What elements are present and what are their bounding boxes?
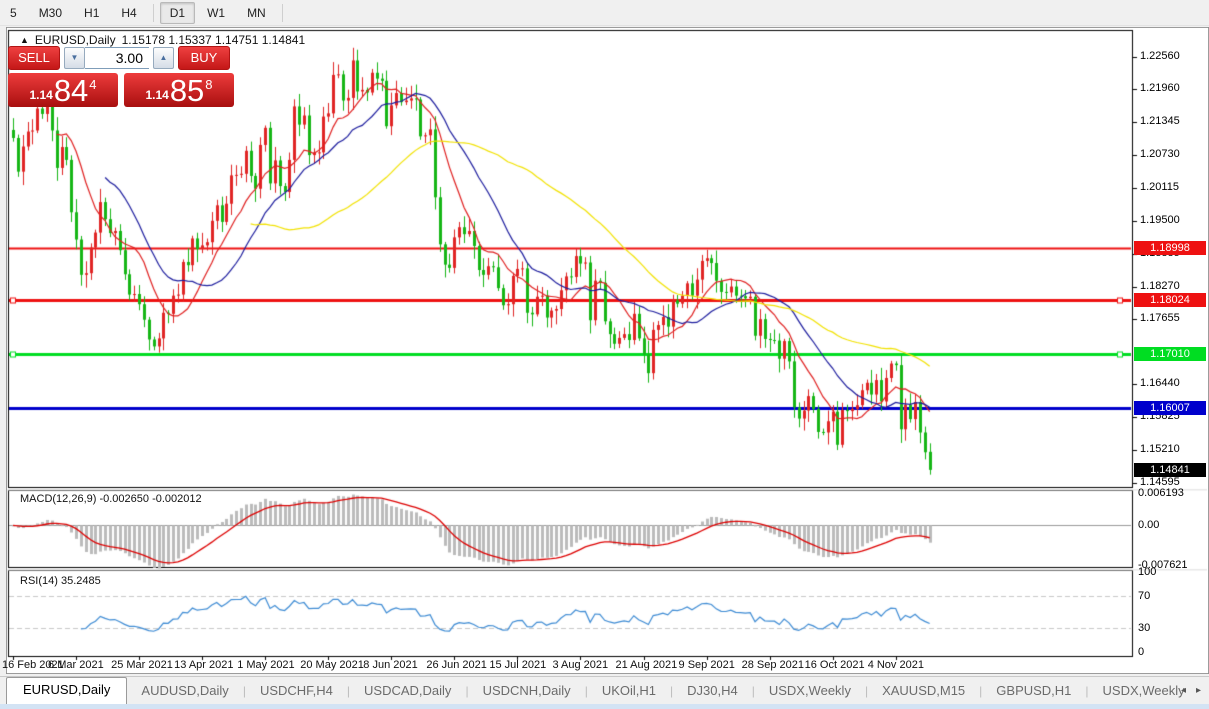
symbol-tab-bar: EURUSD,DailyAUDUSD,Daily|USDCHF,H4|USDCA… bbox=[0, 676, 1209, 704]
date-axis-label: 13 Apr 2021 bbox=[174, 659, 233, 671]
volume-decrease-button[interactable]: ▼ bbox=[64, 47, 85, 69]
sell-button[interactable]: SELL bbox=[8, 46, 60, 70]
date-axis-label: 20 May 2021 bbox=[300, 659, 364, 671]
date-axis-label: 1 May 2021 bbox=[237, 659, 294, 671]
buy-price-big-digits: 85 bbox=[170, 77, 204, 105]
date-axis-label: 8 Jun 2021 bbox=[363, 659, 417, 671]
symbol-tab-3[interactable]: USDCAD,Daily bbox=[350, 679, 465, 704]
symbol-tab-0[interactable]: EURUSD,Daily bbox=[6, 677, 127, 704]
date-axis-label: 16 Oct 2021 bbox=[805, 659, 865, 671]
price-level-badge: 1.18024 bbox=[1134, 293, 1206, 307]
scroll-tabs-right-icon[interactable]: ▸ bbox=[1196, 685, 1201, 696]
one-click-trade-panel: SELL ▼ ▲ BUY 1.14 84 4 1.14 85 8 bbox=[8, 46, 234, 107]
toolbar-separator bbox=[282, 4, 283, 22]
price-axis-tick-label: 1.17655 bbox=[1140, 312, 1180, 324]
timeframe-button-mn[interactable]: MN bbox=[237, 2, 276, 24]
sell-price-display[interactable]: 1.14 84 4 bbox=[8, 73, 118, 107]
macd-axis-label: 0.00 bbox=[1138, 519, 1159, 531]
symbol-tab-4[interactable]: USDCNH,Daily bbox=[469, 679, 585, 704]
timeframe-button-m30[interactable]: M30 bbox=[29, 2, 72, 24]
date-axis-label: 4 Nov 2021 bbox=[868, 659, 924, 671]
buy-button[interactable]: BUY bbox=[178, 46, 230, 70]
price-level-badge: 1.14841 bbox=[1134, 463, 1206, 477]
rsi-indicator-label: RSI(14) 35.2485 bbox=[20, 575, 101, 587]
date-axis-label: 28 Sep 2021 bbox=[742, 659, 804, 671]
timeframe-button-h4[interactable]: H4 bbox=[111, 2, 146, 24]
volume-input[interactable] bbox=[85, 47, 149, 69]
chart-ohlc-values: 1.15178 1.15337 1.14751 1.14841 bbox=[122, 33, 306, 47]
chart-header: ▲ EURUSD,Daily 1.15178 1.15337 1.14751 1… bbox=[20, 33, 305, 47]
timeframe-button-5[interactable]: 5 bbox=[0, 2, 27, 24]
collapse-arrow-icon[interactable]: ▲ bbox=[20, 35, 29, 45]
rsi-axis-label: 70 bbox=[1138, 590, 1150, 602]
chevron-up-icon: ▲ bbox=[160, 53, 168, 62]
price-axis-tick-label: 1.16440 bbox=[1140, 377, 1180, 389]
price-axis-tick-label: 1.20730 bbox=[1140, 148, 1180, 160]
volume-increase-button[interactable]: ▲ bbox=[153, 47, 174, 69]
tab-scroll-nav: ◂ ▸ bbox=[1181, 685, 1201, 696]
date-axis-label: 9 Sep 2021 bbox=[679, 659, 735, 671]
symbol-tab-6[interactable]: DJ30,H4 bbox=[673, 679, 752, 704]
price-axis-tick-label: 1.18270 bbox=[1140, 280, 1180, 292]
date-axis-label: 3 Aug 2021 bbox=[552, 659, 608, 671]
price-level-badge: 1.18998 bbox=[1134, 241, 1206, 255]
buy-price-pip-digit: 8 bbox=[205, 77, 212, 92]
sell-price-prefix: 1.14 bbox=[29, 88, 52, 102]
timeframe-button-w1[interactable]: W1 bbox=[197, 2, 235, 24]
price-axis-tick-label: 1.21345 bbox=[1140, 115, 1180, 127]
price-level-badge: 1.16007 bbox=[1134, 401, 1206, 415]
toolbar-separator bbox=[153, 4, 154, 22]
sell-price-pip-digit: 4 bbox=[89, 77, 96, 92]
symbol-tab-9[interactable]: GBPUSD,H1 bbox=[982, 679, 1085, 704]
buy-price-display[interactable]: 1.14 85 8 bbox=[124, 73, 234, 107]
symbol-tab-5[interactable]: UKOil,H1 bbox=[588, 679, 670, 704]
timeframe-toolbar: 5M30H1H4 D1W1MN bbox=[0, 0, 1209, 26]
date-axis-label: 21 Aug 2021 bbox=[616, 659, 678, 671]
rsi-axis-label: 0 bbox=[1138, 646, 1144, 658]
symbol-tab-2[interactable]: USDCHF,H4 bbox=[246, 679, 347, 704]
symbol-tab-8[interactable]: XAUUSD,M15 bbox=[868, 679, 979, 704]
price-axis-tick-label: 1.19500 bbox=[1140, 214, 1180, 226]
status-strip bbox=[0, 704, 1209, 709]
date-axis-label: 6 Mar 2021 bbox=[48, 659, 104, 671]
price-axis-tick-label: 1.21960 bbox=[1140, 82, 1180, 94]
date-axis-label: 15 Jul 2021 bbox=[489, 659, 546, 671]
rsi-axis-label: 30 bbox=[1138, 622, 1150, 634]
price-axis-tick-label: 1.15210 bbox=[1140, 443, 1180, 455]
macd-axis-label: 0.006193 bbox=[1138, 487, 1184, 499]
timeframe-button-d1[interactable]: D1 bbox=[160, 2, 195, 24]
macd-indicator-label: MACD(12,26,9) -0.002650 -0.002012 bbox=[20, 493, 202, 505]
date-axis-label: 25 Mar 2021 bbox=[111, 659, 173, 671]
timeframe-button-h1[interactable]: H1 bbox=[74, 2, 109, 24]
chevron-down-icon: ▼ bbox=[71, 53, 79, 62]
price-level-badge: 1.17010 bbox=[1134, 347, 1206, 361]
rsi-axis-label: 100 bbox=[1138, 566, 1156, 578]
symbol-tab-7[interactable]: USDX,Weekly bbox=[755, 679, 865, 704]
sell-price-big-digits: 84 bbox=[54, 77, 88, 105]
date-axis-label: 26 Jun 2021 bbox=[426, 659, 487, 671]
price-axis-tick-label: 1.22560 bbox=[1140, 50, 1180, 62]
buy-price-prefix: 1.14 bbox=[145, 88, 168, 102]
chart-symbol-label: EURUSD,Daily bbox=[35, 33, 116, 47]
symbol-tab-1[interactable]: AUDUSD,Daily bbox=[127, 679, 242, 704]
price-axis-tick-label: 1.20115 bbox=[1140, 181, 1179, 193]
scroll-tabs-left-icon[interactable]: ◂ bbox=[1181, 685, 1186, 696]
